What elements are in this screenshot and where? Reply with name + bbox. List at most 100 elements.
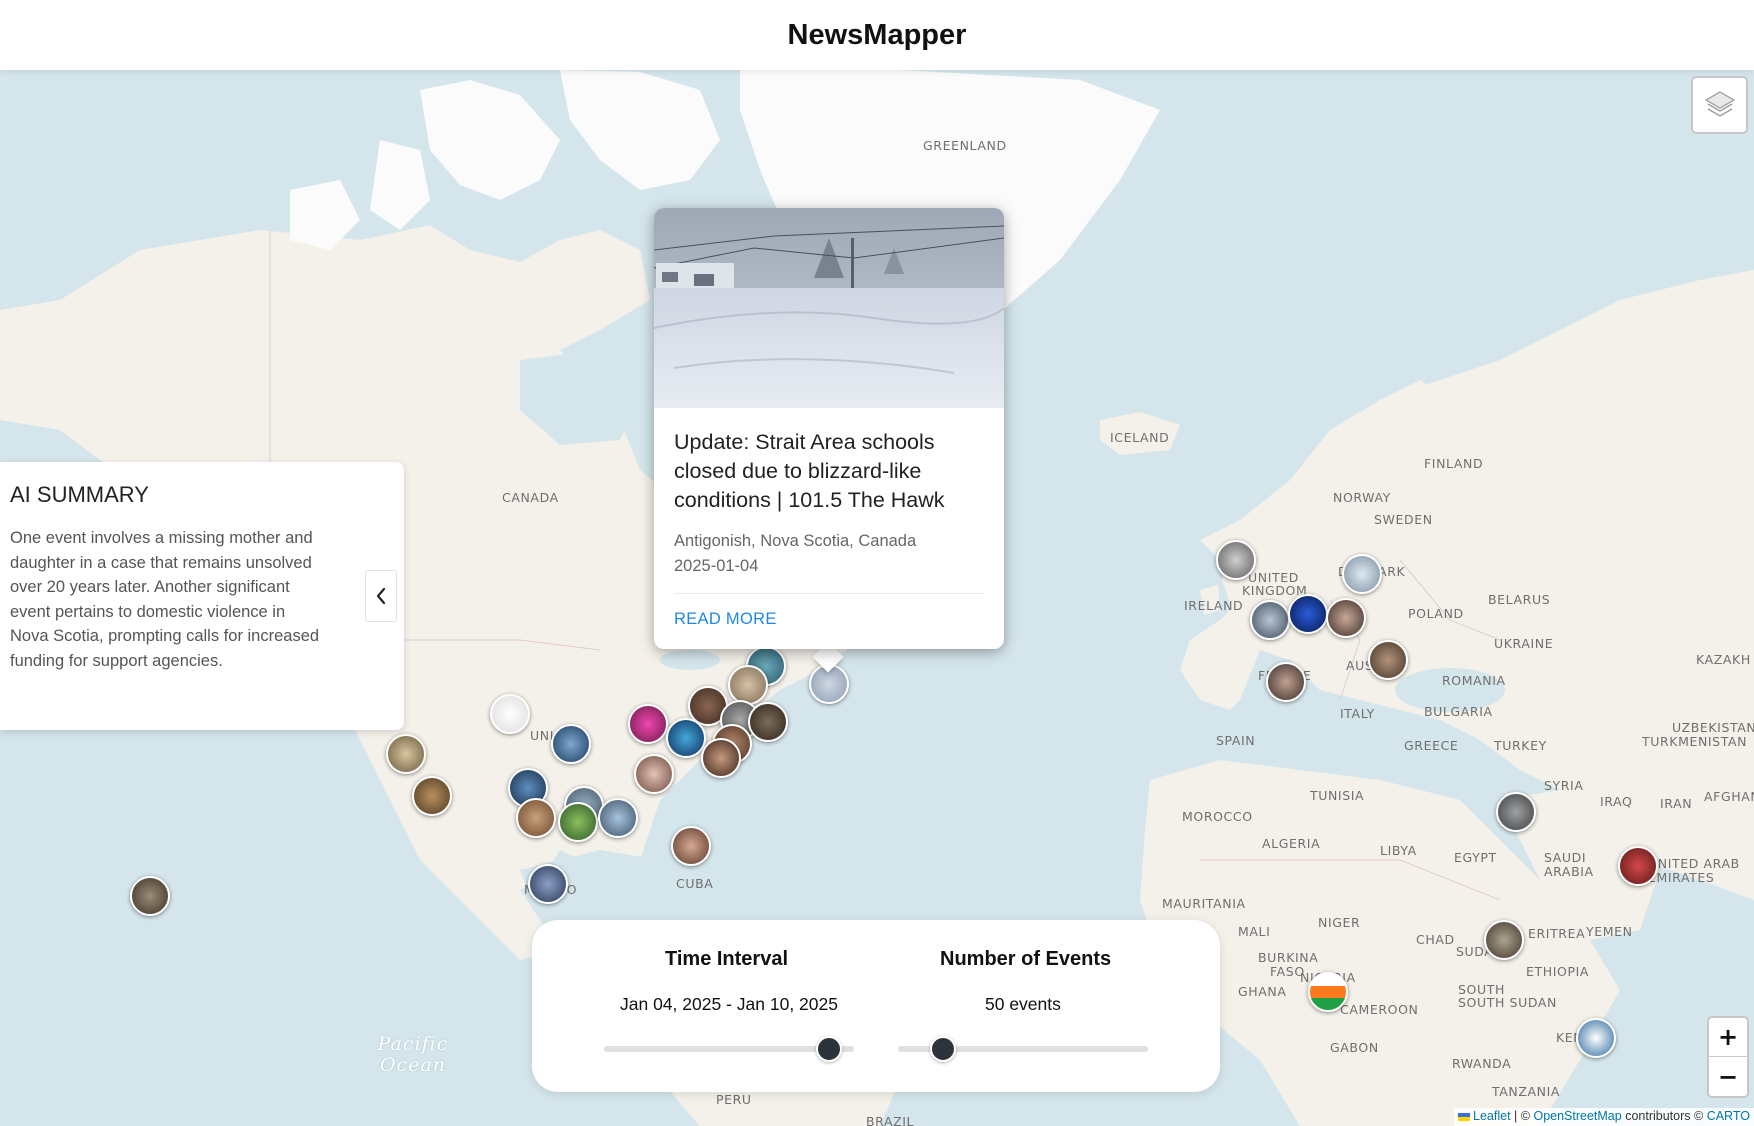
event-popup: Update: Strait Area schools closed due t… (654, 208, 1004, 649)
ai-summary-text: One event involves a missing mother and … (10, 529, 320, 670)
map-label-egypt: EGYPT (1454, 850, 1497, 865)
time-interval-title: Time Interval (665, 948, 789, 970)
event-marker[interactable] (598, 798, 638, 838)
time-interval-separator: - (726, 994, 732, 1014)
event-marker[interactable] (1288, 594, 1328, 634)
event-marker[interactable] (1266, 662, 1306, 702)
map-label-morocco: MOROCCO (1182, 809, 1253, 824)
carto-link[interactable]: CARTO (1707, 1109, 1750, 1123)
event-marker[interactable] (551, 724, 591, 764)
map-label-cuba: CUBA (676, 876, 714, 891)
map-label-sweden: SWEDEN (1374, 512, 1433, 527)
map-label-iran: IRAN (1660, 796, 1693, 811)
event-marker[interactable] (1342, 554, 1382, 594)
map-label-finland: FINLAND (1424, 456, 1484, 471)
read-more-link[interactable]: READ MORE (674, 610, 984, 629)
map-label-tanzania: TANZANIA (1492, 1084, 1561, 1099)
map-attribution: Leaflet | © OpenStreetMap contributors ©… (1454, 1108, 1754, 1126)
event-marker[interactable] (1368, 640, 1408, 680)
popup-divider (674, 593, 984, 594)
popup-headline: Update: Strait Area schools closed due t… (674, 430, 945, 512)
map-label-afghan: AFGHAN (1704, 789, 1754, 804)
attribution-contributors: contributors © (1625, 1109, 1704, 1123)
map-label-poland: POLAND (1408, 606, 1464, 621)
map-label-norway: NORWAY (1333, 490, 1391, 505)
map-label-ireland: IRELAND (1184, 598, 1244, 613)
map-label-uzbekistan: UZBEKISTAN (1672, 720, 1754, 735)
popup-location: Antigonish, Nova Scotia, Canada (674, 532, 917, 550)
event-marker[interactable] (130, 876, 170, 916)
attribution-separator: | © (1514, 1109, 1530, 1123)
event-marker[interactable] (1326, 598, 1366, 638)
map-label-ghana: GHANA (1238, 984, 1287, 999)
event-marker[interactable] (1308, 972, 1348, 1012)
event-marker[interactable] (628, 704, 668, 744)
map-label-pacific-ocean: Pacific Ocean (377, 1033, 449, 1076)
layers-icon (1704, 91, 1735, 117)
event-marker[interactable] (748, 702, 788, 742)
event-marker[interactable] (634, 754, 674, 794)
map-label-iraq: IRAQ (1600, 794, 1633, 809)
event-marker[interactable] (516, 798, 556, 838)
map-label-peru: PERU (716, 1092, 752, 1107)
number-of-events-slider-thumb[interactable] (930, 1036, 956, 1062)
leaflet-link[interactable]: Leaflet (1473, 1109, 1511, 1123)
map-label-romania: ROMANIA (1442, 673, 1506, 688)
event-marker[interactable] (671, 826, 711, 866)
event-marker[interactable] (558, 802, 598, 842)
event-marker[interactable] (1216, 540, 1256, 580)
map-label-canada: CANADA (502, 490, 559, 505)
event-marker[interactable] (386, 734, 426, 774)
event-marker[interactable] (728, 665, 768, 705)
map-label-italy: ITALY (1340, 706, 1375, 721)
layers-control-button[interactable] (1691, 76, 1748, 134)
map-label-ethiopia: ETHIOPIA (1526, 964, 1590, 979)
map-label-chad: CHAD (1416, 932, 1455, 947)
map-label-kazakh: KAZAKH (1696, 652, 1751, 667)
event-marker[interactable] (1576, 1018, 1616, 1058)
chevron-left-icon (376, 587, 386, 605)
map-label-burkina: BURKINA (1258, 950, 1319, 965)
event-marker[interactable] (490, 694, 530, 734)
time-interval-value: Jan 04, 2025 - Jan 10, 2025 (620, 994, 838, 1015)
number-of-events-value: 50 events (985, 994, 1061, 1014)
event-marker[interactable] (666, 718, 706, 758)
map-label-turkey: TURKEY (1494, 738, 1547, 753)
ukraine-flag-icon (1458, 1112, 1471, 1121)
event-photo (654, 208, 1004, 408)
zoom-control: + − (1707, 1016, 1749, 1098)
map-label-cameroon: CAMEROON (1340, 1002, 1419, 1017)
number-of-events-title: Number of Events (940, 948, 1112, 970)
map-label-niger: NIGER (1318, 915, 1361, 930)
time-interval-slider-thumb[interactable] (816, 1036, 842, 1062)
map-label-emirates: EMIRATES (1648, 870, 1715, 885)
event-marker[interactable] (701, 738, 741, 778)
zoom-out-button[interactable]: − (1709, 1057, 1747, 1096)
ai-summary-title: AI SUMMARY (10, 482, 149, 507)
event-marker[interactable] (1484, 920, 1524, 960)
map-label-eritrea: ERITREA (1528, 926, 1586, 941)
map-label-greenland: GREENLAND (923, 138, 1007, 153)
event-marker[interactable] (1618, 846, 1658, 886)
timeline-controls: Time Interval Jan 04, 2025 - Jan 10, 202… (532, 920, 1220, 1092)
map-label-spain: SPAIN (1216, 733, 1256, 748)
map-label-arabia: ARABIA (1544, 864, 1594, 879)
map-label-brazil: BRAZIL (866, 1114, 915, 1126)
map-label-yemen: YEMEN (1586, 924, 1633, 939)
collapse-summary-button[interactable] (365, 570, 397, 622)
map-label-iceland: ICELAND (1110, 430, 1170, 445)
event-marker[interactable] (412, 776, 452, 816)
osm-link[interactable]: OpenStreetMap (1533, 1109, 1621, 1123)
popup-date: 2025-01-04 (674, 557, 759, 575)
map-label-belarus: BELARUS (1488, 592, 1551, 607)
map-label-greece: GREECE (1404, 738, 1459, 753)
event-marker[interactable] (1250, 600, 1290, 640)
map-label-algeria: ALGERIA (1262, 836, 1321, 851)
app-title: NewsMapper (787, 18, 967, 51)
map-label-gabon: GABON (1330, 1040, 1379, 1055)
zoom-in-button[interactable]: + (1709, 1018, 1747, 1057)
map-label-tunisia: TUNISIA (1310, 788, 1365, 803)
event-marker[interactable] (528, 864, 568, 904)
event-marker[interactable] (1496, 792, 1536, 832)
map-label-mauritania: MAURITANIA (1162, 896, 1246, 911)
